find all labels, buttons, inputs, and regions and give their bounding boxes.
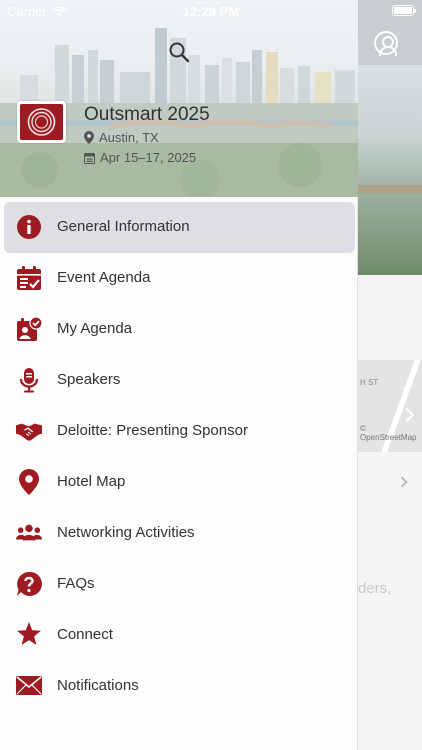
microphone-icon <box>16 367 42 393</box>
menu-item-connect[interactable]: Connect <box>0 609 358 660</box>
navigation-drawer: Outsmart 2025 Austin, TX Apr 15–17, 2025… <box>0 0 358 750</box>
battery-icon <box>392 5 416 16</box>
question-icon <box>16 571 42 597</box>
envelope-icon <box>16 673 42 699</box>
menu-item-label: Event Agenda <box>57 269 151 286</box>
calendar-icon <box>84 152 95 164</box>
calendar-check-icon <box>16 265 42 291</box>
event-dates: Apr 15–17, 2025 <box>84 150 196 165</box>
background-faded-text: ders, <box>358 580 392 597</box>
info-icon <box>16 214 42 240</box>
event-dates-text: Apr 15–17, 2025 <box>100 150 197 165</box>
personal-calendar-icon <box>16 315 42 342</box>
menu-item-label: Speakers <box>57 371 121 388</box>
menu-item-event-agenda[interactable]: Event Agenda <box>0 252 358 303</box>
drawer-header: Outsmart 2025 Austin, TX Apr 15–17, 2025 <box>0 0 358 197</box>
menu-item-faqs[interactable]: FAQs <box>0 558 358 609</box>
background-hero-image <box>358 65 422 275</box>
menu-item-networking-activities[interactable]: Networking Activities <box>0 507 358 558</box>
account-icon[interactable] <box>374 31 398 56</box>
row-chevron-icon <box>396 476 408 488</box>
people-icon <box>16 520 42 546</box>
menu-item-speakers[interactable]: Speakers <box>0 354 358 405</box>
menu-item-label: Connect <box>57 626 113 643</box>
menu-item-hotel-map[interactable]: Hotel Map <box>0 456 358 507</box>
search-icon[interactable] <box>167 40 191 64</box>
event-location: Austin, TX <box>84 130 159 145</box>
menu-item-notifications[interactable]: Notifications <box>0 660 358 711</box>
event-logo <box>17 101 66 143</box>
event-location-text: Austin, TX <box>99 130 159 145</box>
status-bar: Carrier 12:29 PM <box>0 0 422 22</box>
menu-item-label: Notifications <box>57 677 139 694</box>
menu-item-label: FAQs <box>57 575 95 592</box>
map-street-label: H ST <box>360 378 379 387</box>
background-screen: H ST © OpenStreetMap ders, <box>358 0 422 750</box>
star-icon <box>16 622 42 648</box>
drawer-menu: General Information Event Agenda My Agen… <box>0 201 358 711</box>
handshake-icon <box>16 418 42 444</box>
background-map[interactable]: H ST © OpenStreetMap <box>358 360 422 452</box>
menu-item-label: Networking Activities <box>57 524 195 541</box>
menu-item-label: My Agenda <box>57 320 133 337</box>
event-title: Outsmart 2025 <box>84 104 210 125</box>
menu-item-label: Hotel Map <box>57 473 126 490</box>
map-pin-icon <box>16 468 42 495</box>
menu-item-my-agenda[interactable]: My Agenda <box>0 303 358 354</box>
menu-item-presenting-sponsor[interactable]: Deloitte: Presenting Sponsor <box>0 405 358 456</box>
menu-item-label: Deloitte: Presenting Sponsor <box>57 422 248 439</box>
menu-item-label: General Information <box>57 218 190 235</box>
status-time: 12:29 PM <box>182 4 240 19</box>
location-pin-icon <box>84 131 94 144</box>
logo-rings-icon <box>27 108 56 136</box>
menu-item-general-information[interactable]: General Information <box>0 201 358 253</box>
map-copyright: © OpenStreetMap <box>360 424 417 442</box>
